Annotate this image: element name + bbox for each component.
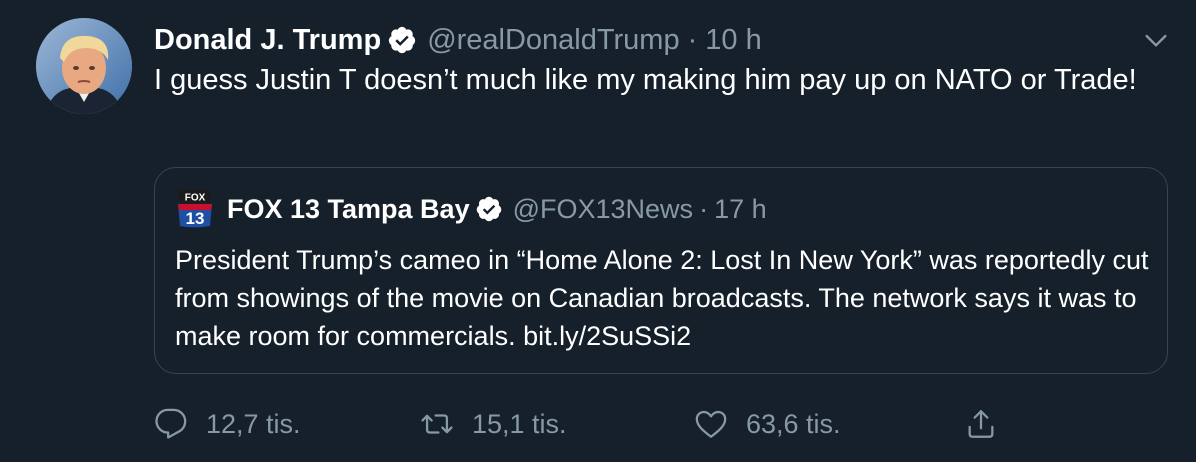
avatar[interactable] xyxy=(36,18,132,114)
share-button[interactable] xyxy=(964,398,998,450)
author-display-name[interactable]: Donald J. Trump xyxy=(154,24,381,57)
separator-dot: · xyxy=(687,23,698,56)
chevron-down-icon[interactable] xyxy=(1140,24,1172,56)
verified-badge-icon xyxy=(387,25,417,55)
fox13-logo: FOX 13 xyxy=(175,189,215,229)
quoted-display-name[interactable]: FOX 13 Tampa Bay xyxy=(227,194,470,225)
share-icon xyxy=(968,410,994,438)
reply-count: 12,7 tis. xyxy=(206,408,301,439)
retweet-button[interactable]: 15,1 tis. xyxy=(420,398,567,450)
like-button[interactable]: 63,6 tis. xyxy=(694,398,841,450)
heart-icon xyxy=(695,410,727,438)
tweet-header: Donald J. Trump @realDonaldTrump · 10 h xyxy=(154,20,762,60)
quoted-tweet-header: FOX 13 FOX 13 Tampa Bay @FOX13News · 17 … xyxy=(175,189,767,229)
author-handle[interactable]: @realDonaldTrump xyxy=(427,24,679,57)
verified-badge-icon xyxy=(475,195,503,223)
quoted-tweet[interactable]: FOX 13 FOX 13 Tampa Bay @FOX13News · 17 … xyxy=(154,167,1168,374)
tweet-actions: 12,7 tis. 15,1 tis. 63,6 tis. xyxy=(154,398,1054,450)
like-count: 63,6 tis. xyxy=(746,408,841,439)
tweet[interactable]: Donald J. Trump @realDonaldTrump · 10 h … xyxy=(0,0,1196,462)
retweet-count: 15,1 tis. xyxy=(472,408,567,439)
tweet-text: I guess Justin T doesn’t much like my ma… xyxy=(154,64,1137,96)
svg-text:13: 13 xyxy=(186,209,205,228)
tweet-timestamp[interactable]: 10 h xyxy=(705,24,761,57)
retweet-icon xyxy=(421,414,453,434)
quoted-timestamp[interactable]: 17 h xyxy=(714,194,767,225)
separator-dot: · xyxy=(699,193,709,224)
svg-text:FOX: FOX xyxy=(185,193,206,204)
quoted-tweet-text: President Trump’s cameo in “Home Alone 2… xyxy=(175,245,1149,351)
quoted-handle[interactable]: @FOX13News xyxy=(513,194,693,225)
reply-button[interactable]: 12,7 tis. xyxy=(154,398,301,450)
reply-icon xyxy=(155,408,187,439)
